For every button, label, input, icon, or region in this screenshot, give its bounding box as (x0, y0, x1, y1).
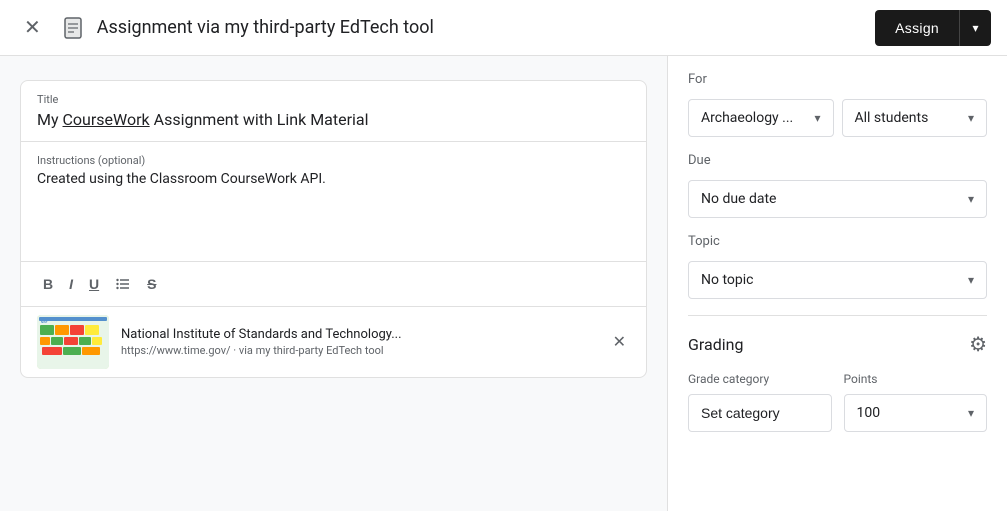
italic-button[interactable]: I (63, 270, 79, 298)
assignment-card: Title My CourseWork Assignment with Link… (20, 80, 647, 378)
grading-label: Grading (688, 335, 743, 354)
course-dropdown[interactable]: Archaeology ... ▾ (688, 99, 834, 137)
chevron-down-icon: ▾ (968, 406, 974, 420)
students-value: All students (855, 110, 929, 126)
chevron-down-icon: ▾ (814, 111, 820, 125)
formatting-toolbar: B I U S (21, 262, 646, 307)
course-value: Archaeology ... (701, 110, 793, 126)
close-button[interactable]: ✕ (16, 7, 49, 48)
chevron-down-icon: ▾ (972, 21, 978, 35)
strikethrough-button[interactable]: S (141, 270, 162, 298)
chevron-down-icon: ▾ (968, 111, 974, 125)
attachment-item: NIST (21, 307, 646, 377)
bold-button[interactable]: B (37, 270, 59, 298)
attachment-info: National Institute of Standards and Tech… (121, 327, 597, 357)
gear-icon[interactable]: ⚙ (969, 332, 987, 356)
points-value: 100 (857, 405, 881, 421)
due-dropdown[interactable]: No due date ▾ (688, 180, 987, 218)
assign-button-group: Assign ▾ (875, 10, 991, 46)
right-panel: For Archaeology ... ▾ All students ▾ Due… (667, 56, 1007, 511)
points-dropdown[interactable]: 100 ▾ (844, 394, 988, 432)
list-button[interactable] (109, 270, 137, 298)
chevron-down-icon: ▾ (968, 192, 974, 206)
us-map-svg: NIST (37, 315, 109, 369)
grading-section-title: Grading ⚙ (688, 332, 987, 356)
divider (688, 315, 987, 316)
attachment-thumbnail: NIST (37, 315, 109, 369)
due-label: Due (688, 153, 987, 168)
topic-value: No topic (701, 272, 753, 288)
grade-category-col: Grade category Set category (688, 372, 832, 432)
instructions-text[interactable]: Created using the Classroom CourseWork A… (37, 171, 630, 187)
students-dropdown[interactable]: All students ▾ (842, 99, 988, 137)
assign-button[interactable]: Assign (875, 10, 959, 46)
title-value: My CourseWork Assignment with Link Mater… (37, 110, 630, 129)
points-col: Points 100 ▾ (844, 372, 988, 432)
points-label: Points (844, 372, 988, 386)
top-bar: ✕ Assignment via my third-party EdTech t… (0, 0, 1007, 56)
instructions-section: Instructions (optional) Created using th… (21, 142, 646, 262)
attachment-title: National Institute of Standards and Tech… (121, 327, 597, 342)
title-section: Title My CourseWork Assignment with Link… (21, 81, 646, 142)
title-label: Title (37, 93, 630, 106)
topic-dropdown[interactable]: No topic ▾ (688, 261, 987, 299)
due-value: No due date (701, 191, 776, 207)
document-icon (57, 12, 89, 44)
attachment-remove-button[interactable]: ✕ (609, 328, 630, 356)
page-title: Assignment via my third-party EdTech too… (97, 17, 875, 38)
instructions-label: Instructions (optional) (37, 154, 630, 167)
assign-dropdown-button[interactable]: ▾ (959, 10, 991, 46)
for-row: Archaeology ... ▾ All students ▾ (688, 99, 987, 137)
topic-label: Topic (688, 234, 987, 249)
grading-row: Grade category Set category Points 100 ▾ (688, 372, 987, 432)
left-panel: Title My CourseWork Assignment with Link… (0, 56, 667, 511)
chevron-down-icon: ▾ (968, 273, 974, 287)
grade-category-label: Grade category (688, 372, 832, 386)
for-label: For (688, 72, 987, 87)
underline-button[interactable]: U (83, 270, 105, 298)
main-content: Title My CourseWork Assignment with Link… (0, 56, 1007, 511)
set-category-button[interactable]: Set category (688, 394, 832, 432)
attachment-url: https://www.time.gov/ · via my third-par… (121, 344, 597, 357)
svg-text:NIST: NIST (41, 320, 48, 324)
